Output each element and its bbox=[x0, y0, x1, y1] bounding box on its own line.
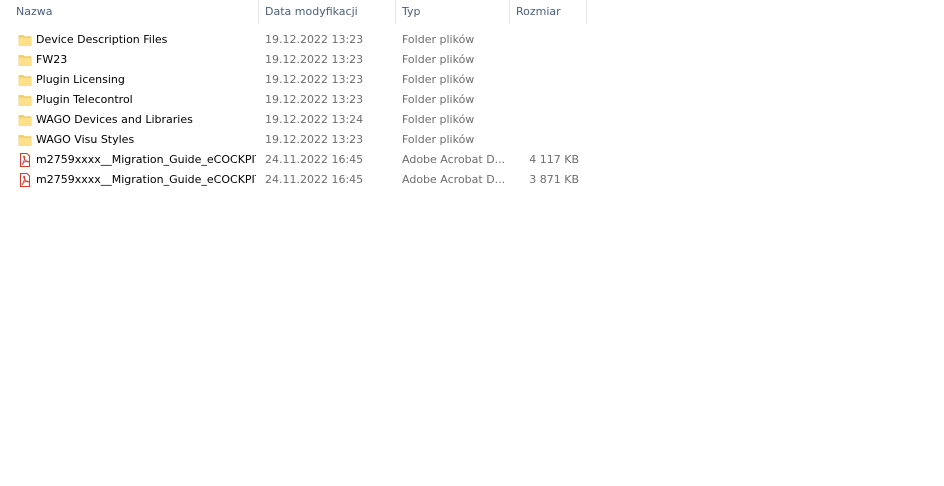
column-header-date[interactable]: Data modyfikacji bbox=[259, 0, 396, 24]
file-date: 19.12.2022 13:23 bbox=[265, 93, 364, 106]
folder-icon bbox=[18, 73, 32, 87]
file-row[interactable]: WAGO Visu Styles 19.12.2022 13:23 Folder p… bbox=[0, 130, 587, 150]
file-size: 3 871 KB bbox=[529, 173, 579, 186]
file-name: m2759xxxx__Migration_Guide_eCOCKPIT... bbox=[36, 173, 256, 186]
file-date: 19.12.2022 13:23 bbox=[265, 33, 364, 46]
file-name: Plugin Telecontrol bbox=[36, 93, 133, 106]
folder-icon bbox=[18, 53, 32, 67]
file-date: 24.11.2022 16:45 bbox=[265, 173, 364, 186]
folder-icon bbox=[18, 93, 32, 107]
file-row[interactable]: Device Description Files 19.12.2022 13:23… bbox=[0, 30, 587, 50]
file-date: 19.12.2022 13:23 bbox=[265, 133, 364, 146]
folder-icon bbox=[18, 33, 32, 47]
file-date: 19.12.2022 13:23 bbox=[265, 53, 364, 66]
file-type: Folder plików bbox=[402, 53, 475, 66]
column-header-name-label: Nazwa bbox=[16, 5, 53, 18]
file-row[interactable]: Plugin Licensing 19.12.2022 13:23 Folder p… bbox=[0, 70, 587, 90]
file-type: Adobe Acrobat D... bbox=[402, 173, 506, 186]
file-size bbox=[510, 50, 579, 70]
column-header-bar: Nazwa ⌃ Data modyfikacji Typ Rozmiar bbox=[0, 0, 587, 24]
file-size: 4 117 KB bbox=[529, 153, 579, 166]
file-name: WAGO Devices and Libraries bbox=[36, 113, 193, 126]
file-row[interactable]: m2759xxxx__Migration_Guide_eCOCKPIT... 24… bbox=[0, 150, 587, 170]
folder-icon bbox=[18, 133, 32, 147]
file-row[interactable]: WAGO Devices and Libraries 19.12.2022 13:… bbox=[0, 110, 587, 130]
file-row[interactable]: m2759xxxx__Migration_Guide_eCOCKPIT... 24… bbox=[0, 170, 587, 190]
column-header-name[interactable]: Nazwa ⌃ bbox=[10, 0, 259, 24]
file-date: 19.12.2022 13:23 bbox=[265, 73, 364, 86]
chevron-up-icon: ⌃ bbox=[138, 0, 148, 7]
file-row[interactable]: FW23 19.12.2022 13:23 Folder plików bbox=[0, 50, 587, 70]
pdf-icon bbox=[18, 153, 32, 167]
pdf-icon bbox=[18, 173, 32, 187]
column-header-size-label: Rozmiar bbox=[516, 5, 561, 18]
file-name: Plugin Licensing bbox=[36, 73, 125, 86]
file-date: 24.11.2022 16:45 bbox=[265, 153, 364, 166]
column-header-size[interactable]: Rozmiar bbox=[510, 0, 587, 24]
file-date: 19.12.2022 13:24 bbox=[265, 113, 364, 126]
file-size bbox=[510, 90, 579, 110]
column-header-date-label: Data modyfikacji bbox=[265, 5, 358, 18]
file-type: Folder plików bbox=[402, 93, 475, 106]
file-name: m2759xxxx__Migration_Guide_eCOCKPIT... bbox=[36, 153, 256, 166]
file-type: Adobe Acrobat D... bbox=[402, 153, 506, 166]
column-header-type[interactable]: Typ bbox=[396, 0, 510, 24]
file-row[interactable]: Plugin Telecontrol 19.12.2022 13:23 Folder… bbox=[0, 90, 587, 110]
folder-icon bbox=[18, 113, 32, 127]
file-type: Folder plików bbox=[402, 33, 475, 46]
file-name: FW23 bbox=[36, 53, 68, 66]
file-type: Folder plików bbox=[402, 133, 475, 146]
file-name: WAGO Visu Styles bbox=[36, 133, 135, 146]
column-header-type-label: Typ bbox=[402, 5, 421, 18]
file-size bbox=[510, 70, 579, 90]
file-list: Device Description Files 19.12.2022 13:23… bbox=[0, 30, 587, 190]
file-name: Device Description Files bbox=[36, 33, 168, 46]
file-size bbox=[510, 110, 579, 130]
file-size bbox=[510, 30, 579, 50]
file-type: Folder plików bbox=[402, 113, 475, 126]
file-type: Folder plików bbox=[402, 73, 475, 86]
file-size bbox=[510, 130, 579, 150]
